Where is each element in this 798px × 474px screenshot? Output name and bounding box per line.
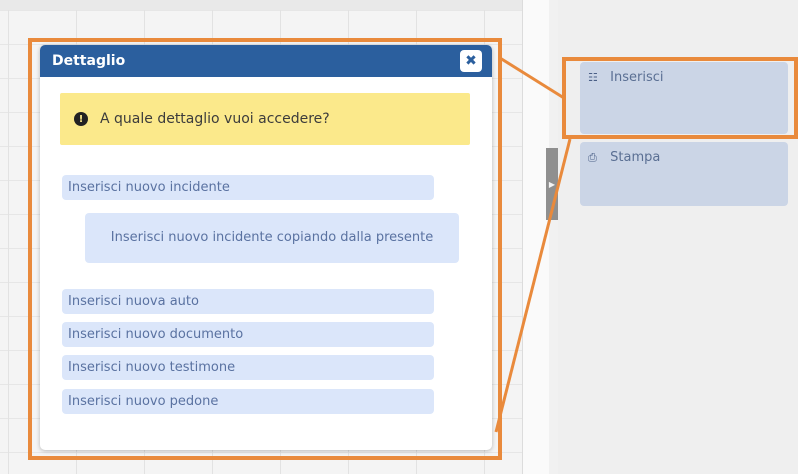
close-button[interactable]: ✖ — [460, 50, 482, 72]
stampa-label: Stampa — [610, 150, 661, 165]
dialog-header: Dettaglio ✖ — [40, 45, 492, 77]
option-nuovo-incidente[interactable]: Inserisci nuovo incidente — [62, 175, 434, 200]
option-incidente-copia[interactable]: Inserisci nuovo incidente copiando dalla… — [85, 213, 459, 263]
exclamation-circle-icon: ! — [74, 112, 88, 126]
panel-divider — [522, 0, 549, 474]
collapse-handle[interactable]: ▶ — [546, 148, 558, 220]
insert-card-icon: ☷ — [588, 71, 598, 84]
option-nuovo-documento[interactable]: Inserisci nuovo documento — [62, 322, 434, 347]
inserisci-button[interactable]: ☷ Inserisci — [580, 62, 788, 134]
background-toolbar — [0, 0, 522, 10]
caret-right-icon: ▶ — [548, 179, 556, 189]
dettaglio-dialog: Dettaglio ✖ ! A quale dettaglio vuoi acc… — [40, 45, 492, 450]
dialog-title: Dettaglio — [52, 53, 126, 69]
print-icon: ⎙ — [588, 151, 597, 164]
info-alert: ! A quale dettaglio vuoi accedere? — [60, 93, 470, 145]
option-nuova-auto[interactable]: Inserisci nuova auto — [62, 289, 434, 314]
option-nuovo-pedone[interactable]: Inserisci nuovo pedone — [62, 389, 434, 414]
option-nuovo-testimone[interactable]: Inserisci nuovo testimone — [62, 355, 434, 380]
alert-text: A quale dettaglio vuoi accedere? — [100, 111, 330, 127]
inserisci-label: Inserisci — [610, 70, 664, 85]
stampa-button[interactable]: ⎙ Stampa — [580, 142, 788, 206]
close-icon: ✖ — [465, 53, 477, 69]
